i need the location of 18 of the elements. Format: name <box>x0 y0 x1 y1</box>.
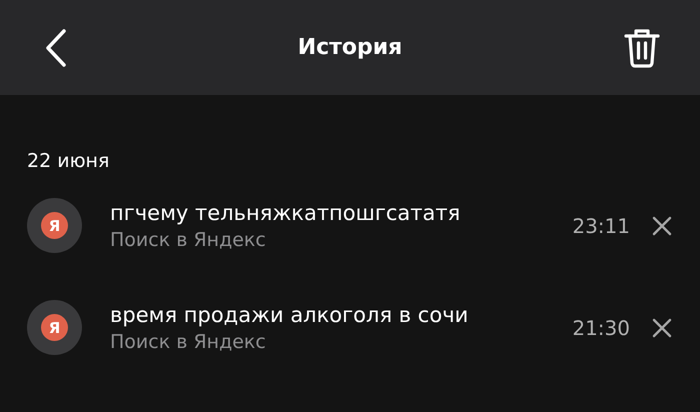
history-source: Поиск в Яндекс <box>110 228 267 250</box>
history-time: 23:11 <box>572 214 630 238</box>
history-query[interactable]: пгчему тельняжкатпошгсататя <box>110 200 572 224</box>
search-engine-logo: Я <box>27 300 82 355</box>
history-source: Поиск в Яндекс <box>110 330 267 352</box>
back-button[interactable] <box>44 28 68 68</box>
search-engine-logo: Я <box>27 198 82 253</box>
back-icon <box>44 28 68 68</box>
close-icon <box>652 216 672 236</box>
date-heading: 22 июня <box>26 149 110 174</box>
delete-button[interactable] <box>624 28 660 68</box>
remove-button[interactable] <box>652 216 672 236</box>
remove-button[interactable] <box>652 318 672 338</box>
trash-icon <box>624 28 660 68</box>
screen-title: История <box>296 35 402 60</box>
history-time: 21:30 <box>572 316 630 340</box>
history-query[interactable]: время продажи алкоголя в сочи <box>110 302 572 326</box>
close-icon <box>652 318 672 338</box>
